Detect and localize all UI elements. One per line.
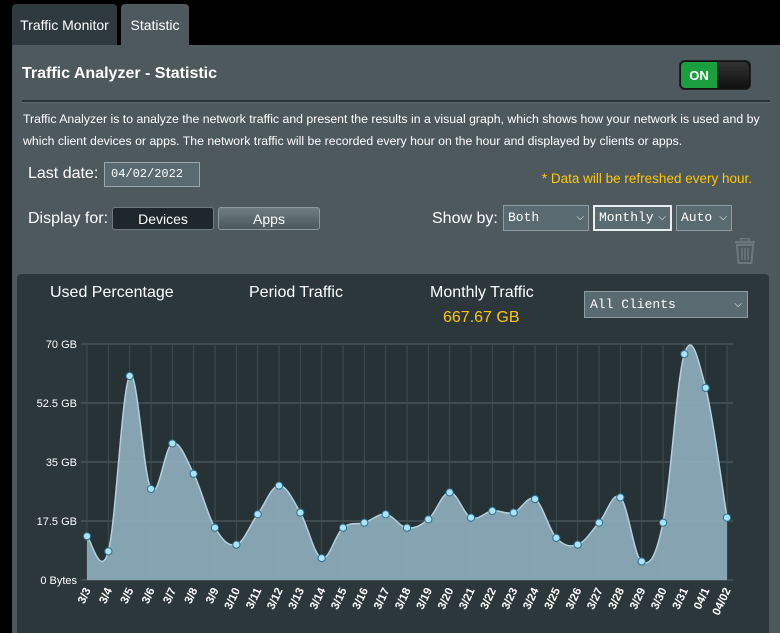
data-point — [637, 557, 646, 566]
data-point — [424, 515, 433, 524]
x-tick-label: 3/15 — [329, 586, 350, 612]
data-point — [210, 523, 220, 532]
y-tick-label: 52.5 GB — [37, 398, 77, 410]
direction-select-value: Both — [508, 210, 540, 225]
last-date-input[interactable]: 04/02/2022 — [104, 162, 200, 187]
x-tick-label: 04/1 — [692, 586, 713, 612]
data-point — [381, 510, 390, 519]
x-tick-label: 3/27 — [585, 586, 605, 611]
data-point — [402, 523, 412, 532]
tab-bar: Traffic Monitor Statistic — [0, 0, 780, 45]
data-point — [701, 383, 710, 392]
tab-traffic-monitor[interactable]: Traffic Monitor — [12, 4, 117, 45]
toggle-knob — [717, 62, 749, 88]
x-tick-label: 3/26 — [564, 586, 584, 611]
x-tick-label: 3/24 — [521, 586, 542, 612]
period-select-value: Monthly — [599, 210, 654, 225]
data-point — [680, 350, 689, 359]
data-point — [146, 484, 156, 494]
y-tick-label: 0 Bytes — [40, 575, 77, 587]
x-tick-label: 3/14 — [308, 586, 329, 612]
data-point — [658, 518, 668, 527]
data-point — [338, 523, 348, 532]
x-tick-label: 04/02 — [711, 586, 734, 617]
unit-select[interactable]: Auto ⌵ — [676, 205, 732, 231]
period-select[interactable]: Monthly ⌵ — [593, 205, 672, 231]
data-point — [722, 513, 732, 522]
x-tick-label: 3/29 — [628, 586, 648, 611]
x-tick-label: 3/6 — [140, 586, 158, 606]
x-tick-label: 3/16 — [351, 586, 371, 611]
x-tick-label: 3/20 — [436, 586, 456, 611]
x-tick-label: 3/18 — [393, 586, 414, 612]
data-point — [253, 510, 262, 519]
x-tick-label: 3/4 — [97, 586, 115, 606]
x-tick-label: 3/9 — [204, 586, 222, 606]
x-tick-label: 3/25 — [543, 586, 564, 612]
data-point — [552, 533, 561, 542]
data-point — [530, 494, 540, 504]
data-point — [488, 506, 497, 515]
traffic-analyzer-toggle[interactable]: ON — [679, 60, 751, 90]
x-tick-label: 3/30 — [649, 586, 669, 611]
data-point — [360, 518, 369, 527]
devices-button[interactable]: Devices — [112, 207, 214, 230]
traffic-area-chart: 0 Bytes 17.5 GB 35 GB 52.5 GB 70 GB 3/3 3/4 3/5… — [37, 339, 734, 617]
traffic-chart-panel: Used Percentage Period Traffic Monthly T… — [17, 274, 769, 633]
data-point — [594, 518, 604, 527]
x-tick-label: 3/31 — [671, 586, 692, 612]
apps-button[interactable]: Apps — [218, 207, 320, 230]
data-point — [125, 371, 134, 381]
last-date-label: Last date: — [28, 165, 99, 182]
data-point — [573, 540, 582, 549]
x-tick-label: 3/11 — [244, 586, 264, 611]
show-by-label: Show by: — [432, 210, 498, 227]
x-tick-label: 3/13 — [287, 586, 307, 611]
x-tick-label: 3/7 — [161, 586, 179, 606]
y-tick-label: 70 GB — [46, 339, 77, 351]
data-point — [296, 508, 305, 517]
data-point — [317, 553, 326, 563]
x-tick-label: 3/5 — [119, 586, 137, 606]
trash-icon[interactable] — [733, 238, 757, 264]
data-point — [616, 493, 625, 502]
data-point — [232, 540, 241, 549]
x-tick-label: 3/8 — [183, 586, 201, 606]
data-point — [466, 513, 476, 522]
chevron-down-icon: ⌵ — [719, 212, 727, 223]
data-point — [82, 532, 92, 541]
chevron-down-icon: ⌵ — [576, 212, 584, 223]
y-tick-label: 35 GB — [46, 457, 77, 469]
page-title: Traffic Analyzer - Statistic — [22, 65, 218, 82]
display-for-label: Display for: — [28, 210, 109, 227]
data-point — [445, 488, 454, 497]
x-tick-label: 3/28 — [607, 586, 628, 612]
data-point — [168, 439, 177, 448]
data-point — [104, 547, 113, 556]
tab-statistic[interactable]: Statistic — [121, 4, 189, 45]
x-tick-label: 3/23 — [500, 586, 520, 611]
x-tick-label: 3/17 — [372, 586, 392, 611]
description-text: Traffic Analyzer is to analyze the netwo… — [23, 112, 760, 148]
x-tick-label: 3/3 — [76, 586, 94, 606]
statistic-panel: Traffic Analyzer - Statistic ON Traffic … — [12, 45, 780, 633]
x-tick-label: 3/19 — [415, 586, 435, 611]
y-tick-label: 17.5 GB — [37, 516, 77, 528]
chevron-down-icon: ⌵ — [658, 212, 666, 223]
refresh-note: * Data will be refreshed every hour. — [541, 171, 752, 186]
x-tick-label: 3/10 — [223, 586, 243, 611]
data-point — [189, 469, 198, 478]
data-point — [274, 481, 284, 490]
x-tick-label: 3/22 — [479, 586, 499, 611]
x-tick-label: 3/21 — [457, 586, 478, 612]
toggle-on-label: ON — [681, 62, 717, 88]
title-divider — [22, 100, 770, 103]
direction-select[interactable]: Both ⌵ — [503, 205, 589, 231]
x-tick-label: 3/12 — [265, 586, 285, 611]
data-point — [509, 508, 518, 517]
unit-select-value: Auto — [681, 210, 713, 225]
